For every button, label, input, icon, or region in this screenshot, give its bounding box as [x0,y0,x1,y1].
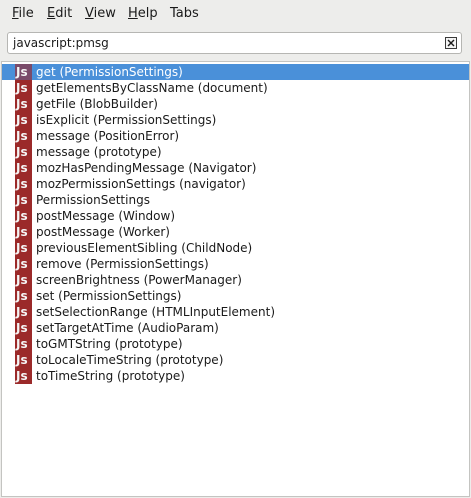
list-item[interactable]: Js setTargetAtTime (AudioParam) [2,320,469,336]
menu-help-mnemonic: H [128,6,138,21]
list-item[interactable]: Js set (PermissionSettings) [2,288,469,304]
list-item-label: setTargetAtTime (AudioParam) [36,321,219,335]
list-item[interactable]: Js mozHasPendingMessage (Navigator) [2,160,469,176]
js-icon: Js [15,80,32,96]
list-item-label: toTimeString (prototype) [36,369,185,383]
js-icon: Js [15,160,32,176]
menu-help-label: elp [137,6,158,21]
list-item[interactable]: Js remove (PermissionSettings) [2,256,469,272]
js-icon: Js [15,368,32,384]
js-icon: Js [15,144,32,160]
list-item-label: getElementsByClassName (document) [36,81,268,95]
menu-tabs-label: Tabs [170,6,199,21]
list-item[interactable]: Js mozPermissionSettings (navigator) [2,176,469,192]
list-item-label: screenBrightness (PowerManager) [36,273,242,287]
list-item-label: get (PermissionSettings) [36,65,183,79]
js-icon: Js [15,336,32,352]
menu-view[interactable]: View [85,6,116,22]
menu-help[interactable]: Help [128,6,158,22]
list-item-label: PermissionSettings [36,193,150,207]
js-icon: Js [15,240,32,256]
list-item-label: message (PositionError) [36,129,180,143]
menu-file-label: ile [18,6,34,21]
js-icon: Js [15,64,32,80]
list-item-label: message (prototype) [36,145,162,159]
js-icon: Js [15,176,32,192]
search-input[interactable]: javascript:pmsg [7,32,462,54]
js-icon: Js [15,208,32,224]
list-item[interactable]: Js postMessage (Window) [2,208,469,224]
js-icon: Js [15,256,32,272]
results-list[interactable]: Js get (PermissionSettings) Js getElementsB… [1,61,470,497]
list-item-label: toGMTString (prototype) [36,337,183,351]
menu-edit-mnemonic: E [47,6,56,21]
list-item[interactable]: Js postMessage (Worker) [2,224,469,240]
clear-icon-glyph [447,39,455,47]
list-item-label: getFile (BlobBuilder) [36,97,158,111]
js-icon: Js [15,288,32,304]
list-item[interactable]: Js getFile (BlobBuilder) [2,96,469,112]
js-icon: Js [15,128,32,144]
list-item[interactable]: Js toGMTString (prototype) [2,336,469,352]
menu-bar: File Edit View Help Tabs [0,0,471,27]
list-item-label: isExplicit (PermissionSettings) [36,113,217,127]
list-item[interactable]: Js get (PermissionSettings) [2,64,469,80]
menu-tabs[interactable]: Tabs [170,6,199,22]
clear-icon[interactable] [445,37,457,49]
list-item-label: remove (PermissionSettings) [36,257,209,271]
list-item[interactable]: Js screenBrightness (PowerManager) [2,272,469,288]
menu-view-label: iew [93,6,116,21]
list-item-label: postMessage (Window) [36,209,176,223]
list-item[interactable]: Js setSelectionRange (HTMLInputElement) [2,304,469,320]
menu-edit-label: dit [55,6,73,21]
list-item[interactable]: Js previousElementSibling (ChildNode) [2,240,469,256]
js-icon: Js [15,304,32,320]
js-icon: Js [15,96,32,112]
list-item[interactable]: Js message (PositionError) [2,128,469,144]
list-item[interactable]: Js toTimeString (prototype) [2,368,469,384]
list-item-label: previousElementSibling (ChildNode) [36,241,253,255]
list-item-label: postMessage (Worker) [36,225,170,239]
list-item-label: toLocaleTimeString (prototype) [36,353,224,367]
js-icon: Js [15,272,32,288]
search-input-value: javascript:pmsg [13,36,109,50]
js-icon: Js [15,192,32,208]
list-item[interactable]: Js PermissionSettings [2,192,469,208]
list-item-label: mozHasPendingMessage (Navigator) [36,161,257,175]
menu-edit[interactable]: Edit [47,6,72,22]
js-icon: Js [15,224,32,240]
list-item-label: mozPermissionSettings (navigator) [36,177,246,191]
js-icon: Js [15,352,32,368]
menu-file[interactable]: File [12,6,34,22]
list-item[interactable]: Js getElementsByClassName (document) [2,80,469,96]
js-icon: Js [15,112,32,128]
list-item[interactable]: Js toLocaleTimeString (prototype) [2,352,469,368]
menu-view-mnemonic: V [85,6,94,21]
list-item-label: set (PermissionSettings) [36,289,182,303]
list-item-label: setSelectionRange (HTMLInputElement) [36,305,275,319]
list-item[interactable]: Js message (prototype) [2,144,469,160]
js-icon: Js [15,320,32,336]
list-item[interactable]: Js isExplicit (PermissionSettings) [2,112,469,128]
